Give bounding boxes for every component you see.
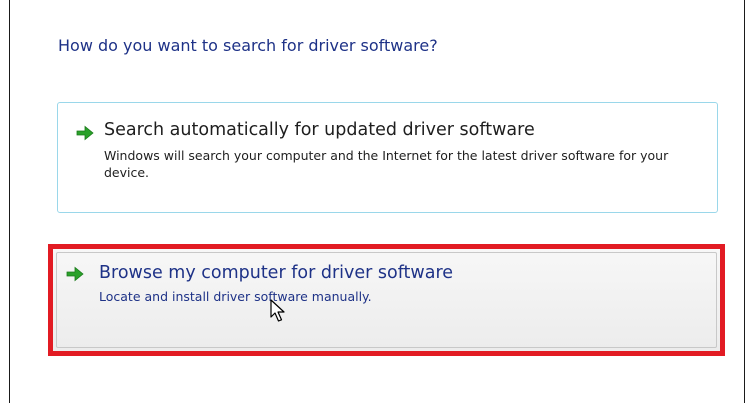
option-title: Browse my computer for driver software: [99, 263, 454, 283]
option-description: Windows will search your computer and th…: [104, 148, 669, 180]
search-automatically-option[interactable]: Search automatically for updated driver …: [57, 102, 718, 213]
option-description: Locate and install driver software manua…: [99, 289, 372, 304]
green-arrow-icon: [76, 125, 94, 141]
mouse-pointer-icon: [270, 299, 285, 322]
option-title: Search automatically for updated driver …: [104, 120, 535, 140]
browse-computer-option[interactable]: Browse my computer for driver software L…: [48, 244, 725, 356]
green-arrow-icon: [66, 266, 84, 282]
page-heading: How do you want to search for driver sof…: [58, 36, 438, 55]
